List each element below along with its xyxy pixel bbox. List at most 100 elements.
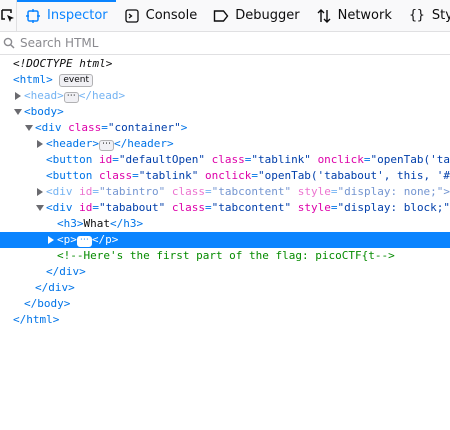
element-picker-button[interactable] xyxy=(0,0,17,31)
html-close-tag: </html> xyxy=(13,313,60,326)
div-tag-start: <div xyxy=(46,201,80,214)
button-tag-start: <button xyxy=(46,169,99,182)
tree-row-button-default[interactable]: <button id="defaultOpen" class="tablink"… xyxy=(0,152,450,168)
doctype-node: <!DOCTYPE html> xyxy=(13,57,113,70)
div-tag-start: <div xyxy=(35,121,69,134)
attr-onclick: onclick xyxy=(317,153,364,166)
tree-row-div-close-tababout[interactable]: </div> xyxy=(0,264,450,280)
tree-row-div-tababout[interactable]: <div id="tababout" class="tabcontent" st… xyxy=(0,200,450,216)
attr-class-value: "container" xyxy=(107,121,181,134)
h3-text-node: What xyxy=(83,217,111,230)
tab-network[interactable]: Network xyxy=(308,0,400,31)
attr-equals: = xyxy=(251,169,258,182)
search-icon xyxy=(3,37,19,49)
attr-style: style xyxy=(297,185,331,198)
tree-row-button-about[interactable]: <button class="tablink" onclick="openTab… xyxy=(0,168,450,184)
devtools-toolbar: Inspector Console Debugger Network {} St… xyxy=(0,0,450,32)
header-open-tag: <header> xyxy=(46,137,99,150)
expand-tabintro-arrow-icon[interactable] xyxy=(35,184,45,200)
attr-style: style xyxy=(297,201,331,214)
attr-equals: = xyxy=(92,185,99,198)
attr-equals: = xyxy=(112,153,119,166)
html-open-tag: <html> xyxy=(13,73,53,86)
flag-comment-node: <!--Here's the first part of the flag: p… xyxy=(57,249,395,262)
search-html-input[interactable] xyxy=(20,36,420,50)
tree-row-body[interactable]: <body> xyxy=(0,104,450,120)
header-close-tag: </header> xyxy=(113,137,174,150)
tree-row-body-close[interactable]: </body> xyxy=(0,296,450,312)
attr-class: class xyxy=(98,169,133,182)
attr-class: class xyxy=(171,201,205,214)
attr-id: id xyxy=(98,153,113,166)
attr-class-value: "tabcontent" xyxy=(211,185,292,198)
attr-equals: = xyxy=(204,201,212,214)
attr-id: id xyxy=(79,201,93,214)
event-badge[interactable]: event xyxy=(59,74,94,87)
p-close-tag: </p> xyxy=(91,233,119,246)
tree-row-p-selected[interactable]: <p> ⋯ </p> xyxy=(0,232,450,248)
tree-row-div-close-container[interactable]: </div> xyxy=(0,280,450,296)
div-tag-start: <div xyxy=(46,185,80,198)
attr-class-value: "tabcontent" xyxy=(211,201,292,214)
div-close-tag: </div> xyxy=(46,265,86,278)
div-tag-end: > xyxy=(180,121,188,134)
expand-head-arrow-icon[interactable] xyxy=(13,88,23,104)
attr-style-value: "display: block;" xyxy=(337,201,450,214)
tree-row-comment[interactable]: <!--Here's the first part of the flag: p… xyxy=(0,248,450,264)
tree-row-header[interactable]: <header> ⋯ </header> xyxy=(0,136,450,152)
tree-row-div-container[interactable]: <div class="container"> xyxy=(0,120,450,136)
search-html-bar xyxy=(0,32,450,55)
attr-equals: = xyxy=(204,185,212,198)
head-open-tag: <head> xyxy=(24,89,64,102)
tab-console-label: Console xyxy=(145,8,198,23)
element-picker-icon xyxy=(1,8,14,22)
h3-open-tag: <h3> xyxy=(57,217,84,230)
attr-onclick: onclick xyxy=(204,169,252,182)
tab-style-editor-label: Style Ed xyxy=(431,8,450,23)
attr-style-value: "display: none;"> xyxy=(337,185,450,198)
inspector-icon xyxy=(25,8,41,24)
header-collapsed-ellipsis[interactable]: ⋯ xyxy=(98,140,114,151)
attr-class: class xyxy=(68,121,102,134)
debugger-icon xyxy=(213,8,229,24)
tree-row-head[interactable]: <head> ⋯ </head> xyxy=(0,88,450,104)
tab-inspector-label: Inspector xyxy=(47,8,108,23)
p-collapsed-ellipsis[interactable]: ⋯ xyxy=(76,236,92,247)
tree-row-h3[interactable]: <h3>What</h3> xyxy=(0,216,450,232)
attr-class: class xyxy=(171,185,205,198)
div-close-tag: </div> xyxy=(35,281,75,294)
collapse-tababout-arrow-icon[interactable] xyxy=(35,200,45,216)
attr-equals: = xyxy=(132,169,139,182)
head-collapsed-ellipsis[interactable]: ⋯ xyxy=(63,92,79,103)
collapse-body-arrow-icon[interactable] xyxy=(13,104,23,120)
attr-class: class xyxy=(211,153,245,166)
head-close-tag: </head> xyxy=(78,89,126,102)
tree-row-doctype[interactable]: <!DOCTYPE html> xyxy=(0,56,450,72)
attr-equals: = xyxy=(92,201,99,214)
tab-network-label: Network xyxy=(337,8,392,23)
attr-id-value: "tabintro" xyxy=(99,185,166,198)
attr-equals: = xyxy=(101,121,108,134)
markup-tree: <!DOCTYPE html> <html> event <head> ⋯ </he… xyxy=(0,56,450,328)
attr-equals: = xyxy=(363,153,371,166)
tree-row-html-close[interactable]: </html> xyxy=(0,312,450,328)
tree-row-html[interactable]: <html> event xyxy=(0,72,450,88)
network-icon xyxy=(316,8,332,24)
tree-row-div-tabintro[interactable]: <div id="tabintro" class="tabcontent" st… xyxy=(0,184,450,200)
collapse-container-arrow-icon[interactable] xyxy=(24,120,34,136)
style-editor-icon: {} xyxy=(409,8,425,23)
attr-id-value: "tababout" xyxy=(99,201,166,214)
tab-console[interactable]: Console xyxy=(116,0,206,31)
attr-class-value: "tablink" xyxy=(138,169,199,182)
attr-onclick-value: "openTab('ta xyxy=(370,153,450,166)
attr-id: id xyxy=(79,185,93,198)
tab-debugger[interactable]: Debugger xyxy=(205,0,307,31)
body-open-tag: <body> xyxy=(24,105,64,118)
tab-inspector[interactable]: Inspector xyxy=(17,0,116,31)
attr-id-value: "defaultOpen" xyxy=(118,153,205,166)
p-open-tag: <p> xyxy=(57,233,77,246)
tab-style-editor[interactable]: {} Style Ed xyxy=(400,0,450,31)
expand-header-arrow-icon[interactable] xyxy=(35,136,45,152)
expand-p-arrow-icon[interactable] xyxy=(46,232,56,248)
h3-close-tag: </h3> xyxy=(110,217,144,230)
